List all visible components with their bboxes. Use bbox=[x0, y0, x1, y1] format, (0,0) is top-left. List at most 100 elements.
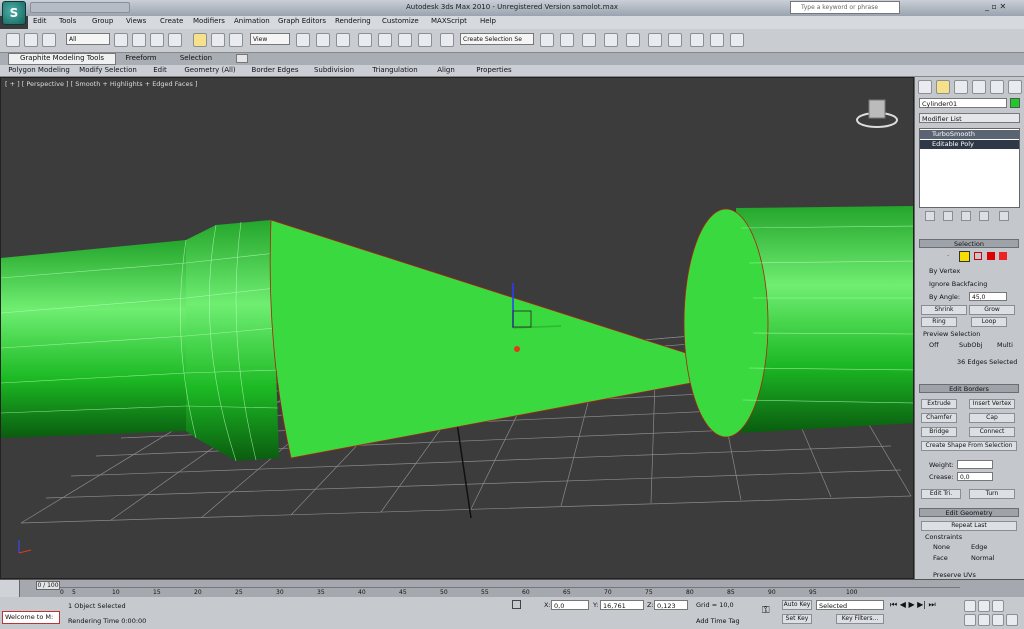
modifier-list-dropdown[interactable]: Modifier List bbox=[919, 113, 1020, 123]
menu-tools[interactable]: Tools bbox=[59, 17, 76, 25]
menu-customize[interactable]: Customize bbox=[382, 17, 419, 25]
maximize-viewport-icon[interactable] bbox=[1006, 614, 1018, 626]
rectangular-selection-icon[interactable] bbox=[150, 33, 164, 47]
edit-borders-rollout-header[interactable]: Edit Borders bbox=[919, 384, 1019, 393]
zoom-all-icon[interactable] bbox=[978, 600, 990, 612]
schematic-view-icon[interactable] bbox=[648, 33, 662, 47]
set-key-mode-icon[interactable]: ⚿ bbox=[762, 605, 778, 617]
turn-button[interactable]: Turn bbox=[969, 489, 1015, 499]
reference-coordinate-dropdown[interactable]: View bbox=[250, 33, 290, 45]
set-key-button[interactable]: Set Key bbox=[782, 614, 812, 624]
material-editor-icon[interactable] bbox=[668, 33, 682, 47]
add-time-tag-button[interactable]: Add Time Tag bbox=[696, 617, 740, 625]
make-unique-icon[interactable] bbox=[961, 211, 971, 221]
edge-level-icon[interactable] bbox=[959, 251, 970, 262]
x-coordinate-field[interactable]: 0,0 bbox=[551, 600, 589, 610]
lock-selection-icon[interactable] bbox=[512, 600, 521, 609]
angle-snap-icon[interactable] bbox=[378, 33, 392, 47]
link-icon[interactable] bbox=[6, 33, 20, 47]
zoom-extents-icon[interactable] bbox=[992, 600, 1004, 612]
menu-graph-editors[interactable]: Graph Editors bbox=[278, 17, 326, 25]
maxscript-listener[interactable]: Welcome to M: bbox=[2, 611, 60, 624]
move-icon[interactable] bbox=[193, 33, 207, 47]
search-input[interactable]: Type a keyword or phrase bbox=[790, 1, 900, 14]
graphite-toggle-icon[interactable] bbox=[604, 33, 618, 47]
menu-help[interactable]: Help bbox=[480, 17, 496, 25]
preview-subobj-radio[interactable]: SubObj bbox=[959, 341, 982, 349]
keyboard-shortcut-icon[interactable] bbox=[336, 33, 350, 47]
spinner-snap-icon[interactable] bbox=[418, 33, 432, 47]
menu-views[interactable]: Views bbox=[126, 17, 146, 25]
polygon-level-icon[interactable] bbox=[987, 252, 995, 260]
panel-geometry-all[interactable]: Geometry (All) bbox=[178, 66, 242, 74]
constraint-normal-radio[interactable]: Normal bbox=[971, 554, 995, 562]
mini-curve-editor-icon[interactable] bbox=[0, 580, 20, 597]
by-angle-checkbox[interactable]: By Angle: bbox=[929, 293, 960, 301]
stack-item-turbosmooth[interactable]: TurboSmooth bbox=[920, 130, 1019, 139]
panel-polygon-modeling[interactable]: Polygon Modeling bbox=[6, 66, 72, 74]
menu-modifiers[interactable]: Modifiers bbox=[193, 17, 225, 25]
y-coordinate-field[interactable]: 16,761 bbox=[600, 600, 644, 610]
panel-modify-selection[interactable]: Modify Selection bbox=[74, 66, 142, 74]
mirror-icon[interactable] bbox=[540, 33, 554, 47]
preview-multi-radio[interactable]: Multi bbox=[997, 341, 1013, 349]
select-and-manipulate-icon[interactable] bbox=[316, 33, 330, 47]
snaps-toggle-icon[interactable] bbox=[358, 33, 372, 47]
selection-filter-dropdown[interactable]: All bbox=[66, 33, 110, 45]
object-name-field[interactable]: Cylinder01 bbox=[919, 98, 1007, 108]
app-logo-icon[interactable]: S bbox=[2, 1, 26, 25]
render-setup-icon[interactable] bbox=[690, 33, 704, 47]
border-level-icon[interactable] bbox=[974, 252, 982, 260]
edit-tri-button[interactable]: Edit Tri. bbox=[921, 489, 961, 499]
weight-field[interactable] bbox=[957, 460, 993, 469]
window-crossing-icon[interactable] bbox=[168, 33, 182, 47]
menu-group[interactable]: Group bbox=[92, 17, 113, 25]
layer-manager-icon[interactable] bbox=[582, 33, 596, 47]
by-vertex-checkbox[interactable]: By Vertex bbox=[929, 267, 960, 275]
window-controls[interactable]: _ ▫ ✕ bbox=[985, 2, 1021, 13]
create-tab-icon[interactable] bbox=[918, 80, 932, 94]
align-icon[interactable] bbox=[560, 33, 574, 47]
ignore-backfacing-checkbox[interactable]: Ignore Backfacing bbox=[929, 280, 987, 288]
extrude-button[interactable]: Extrude bbox=[921, 399, 957, 409]
repeat-last-button[interactable]: Repeat Last bbox=[921, 521, 1017, 531]
orbit-icon[interactable] bbox=[992, 614, 1004, 626]
tab-graphite-modeling-tools[interactable]: Graphite Modeling Tools bbox=[8, 53, 116, 65]
select-by-name-icon[interactable] bbox=[132, 33, 146, 47]
auto-key-button[interactable]: Auto Key bbox=[782, 600, 812, 610]
panel-subdivision[interactable]: Subdivision bbox=[308, 66, 360, 74]
menu-edit[interactable]: Edit bbox=[33, 17, 47, 25]
key-selection-dropdown[interactable]: Selected bbox=[816, 600, 884, 610]
key-filters-button[interactable]: Key Filters... bbox=[836, 614, 884, 624]
ribbon-minimize-icon[interactable] bbox=[236, 54, 248, 63]
select-object-icon[interactable] bbox=[114, 33, 128, 47]
tab-selection[interactable]: Selection bbox=[170, 54, 222, 62]
panel-border-edges[interactable]: Border Edges bbox=[244, 66, 306, 74]
unlink-icon[interactable] bbox=[24, 33, 38, 47]
insert-vertex-button[interactable]: Insert Vertex bbox=[969, 399, 1015, 409]
constraint-edge-radio[interactable]: Edge bbox=[971, 543, 987, 551]
pivot-center-icon[interactable] bbox=[296, 33, 310, 47]
rotate-icon[interactable] bbox=[211, 33, 225, 47]
rendered-frame-window-icon[interactable] bbox=[710, 33, 724, 47]
chamfer-button[interactable]: Chamfer bbox=[921, 413, 957, 423]
hierarchy-tab-icon[interactable] bbox=[954, 80, 968, 94]
timeline[interactable]: 0 / 100 0 5 10 15 20 25 30 35 40 45 50 5… bbox=[0, 579, 1024, 597]
bridge-button[interactable]: Bridge bbox=[921, 427, 957, 437]
modify-tab-icon[interactable] bbox=[936, 80, 950, 94]
panel-align[interactable]: Align bbox=[430, 66, 462, 74]
by-angle-field[interactable]: 45,0 bbox=[969, 292, 1007, 301]
perspective-viewport[interactable]: [ + ] [ Perspective ] [ Smooth + Highlig… bbox=[0, 77, 914, 579]
loop-button[interactable]: Loop bbox=[971, 317, 1007, 327]
create-shape-button[interactable]: Create Shape From Selection bbox=[921, 441, 1017, 451]
edit-geometry-rollout-header[interactable]: Edit Geometry bbox=[919, 508, 1019, 517]
pan-icon[interactable] bbox=[978, 614, 990, 626]
preserve-uvs-checkbox[interactable]: Preserve UVs bbox=[933, 571, 976, 579]
vertex-level-icon[interactable]: · bbox=[947, 252, 955, 260]
crease-field[interactable]: 0,0 bbox=[957, 472, 993, 481]
menu-maxscript[interactable]: MAXScript bbox=[431, 17, 467, 25]
menu-create[interactable]: Create bbox=[160, 17, 183, 25]
remove-modifier-icon[interactable] bbox=[979, 211, 989, 221]
viewport-navigation-controls[interactable] bbox=[964, 600, 1020, 626]
curve-editor-icon[interactable] bbox=[626, 33, 640, 47]
